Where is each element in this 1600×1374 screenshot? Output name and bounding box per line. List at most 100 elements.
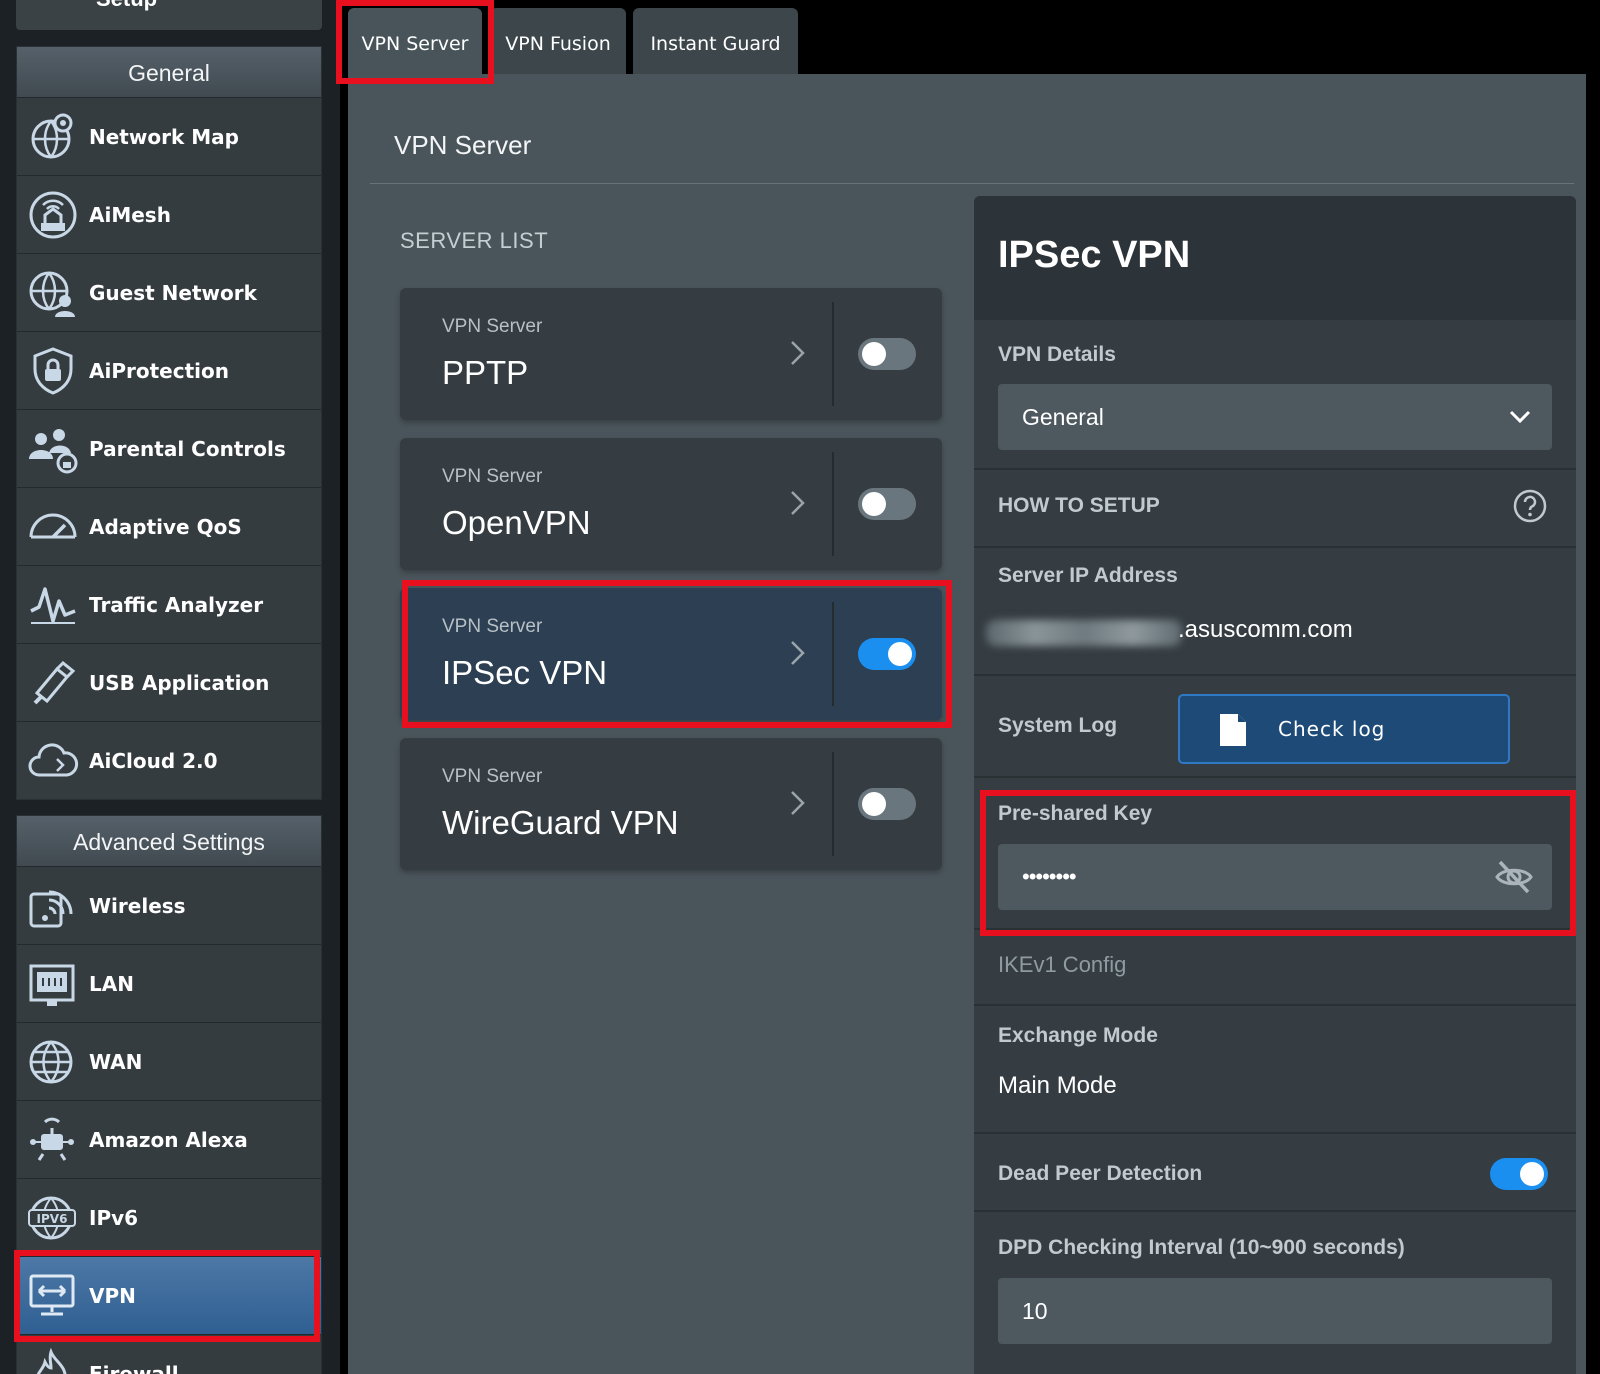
sidebar-item-label: WAN [89,1050,143,1074]
system-log-label: System Log [998,714,1118,737]
exchange-mode-value: Main Mode [998,1072,1117,1099]
sidebar-item-traffic-analyzer[interactable]: Traffic Analyzer [17,565,321,643]
chevron-right-icon[interactable] [786,488,810,518]
server-card-subtitle: VPN Server [442,616,543,637]
ikev1-config-label: IKEv1 Config [998,952,1127,977]
wireguard-toggle[interactable] [858,788,916,820]
row-divider [974,546,1576,548]
toggle-knob [862,492,886,516]
dpd-interval-label: DPD Checking Interval (10~900 seconds) [998,1236,1405,1259]
server-card-subtitle: VPN Server [442,316,543,337]
row-divider [974,468,1576,470]
pptp-toggle[interactable] [858,338,916,370]
dpd-label: Dead Peer Detection [998,1162,1203,1185]
sidebar-item-label: VPN [89,1284,136,1308]
dpd-toggle[interactable] [1490,1158,1548,1190]
sidebar-item-firewall[interactable]: Firewall [17,1334,321,1374]
lan-icon [29,964,75,1006]
tab-vpn-server[interactable]: VPN Server [348,8,482,74]
psk-label: Pre-shared Key [998,802,1153,825]
sidebar-item-label: Wireless [89,894,186,918]
sidebar-item-lan[interactable]: LAN [17,944,321,1022]
row-divider [974,776,1576,778]
sidebar-item-aicloud[interactable]: AiCloud 2.0 [17,721,321,799]
sidebar-item-label: Traffic Analyzer [89,593,264,617]
sidebar-item-ipv6[interactable]: IPV6 IPv6 [17,1178,321,1256]
server-card-subtitle: VPN Server [442,466,543,487]
wireless-icon [29,890,73,928]
check-log-button[interactable]: Check log [1178,694,1510,764]
traffic-analyzer-icon [30,587,76,624]
vpn-details-select[interactable]: General [998,384,1552,450]
toggle-knob [888,642,912,666]
document-icon [1220,714,1246,746]
ipsec-toggle[interactable] [858,638,916,670]
sidebar-item-label: LAN [89,972,134,996]
chevron-right-icon[interactable] [786,338,810,368]
card-divider [832,302,834,406]
redacted-hostname [986,620,1182,646]
exchange-mode-label: Exchange Mode [998,1024,1158,1047]
sidebar-item-label: AiMesh [89,203,171,227]
network-map-icon [31,113,73,159]
server-card-ipsec[interactable]: VPN Server IPSec VPN [400,588,942,720]
chevron-right-icon[interactable] [786,788,810,818]
aimesh-icon [29,191,77,239]
how-to-setup-label: HOW TO SETUP [998,494,1160,517]
psk-value: •••••••• [1022,864,1077,889]
sidebar-item-label: Amazon Alexa [89,1128,248,1152]
server-card-openvpn[interactable]: VPN Server OpenVPN [400,438,942,570]
sidebar: Setup General Network Map AiMesh Guest N… [0,0,340,1374]
server-card-name: IPSec VPN [442,654,608,691]
sidebar-item-label: AiCloud 2.0 [89,749,218,773]
server-card-pptp[interactable]: VPN Server PPTP [400,288,942,420]
toggle-knob [862,792,886,816]
firewall-icon [36,1348,67,1374]
title-divider [370,183,1574,184]
toggle-knob [1520,1162,1544,1186]
vpn-details-value: General [1022,404,1104,430]
openvpn-toggle[interactable] [858,488,916,520]
server-ip-label: Server IP Address [998,564,1178,587]
sidebar-item-usb-application[interactable]: USB Application [17,643,321,721]
sidebar-item-parental-controls[interactable]: Parental Controls [17,409,321,487]
eye-off-icon[interactable] [1494,858,1534,896]
tab-instant-guard[interactable]: Instant Guard [633,8,798,74]
tab-vpn-fusion[interactable]: VPN Fusion [490,8,626,74]
server-card-name: PPTP [442,354,529,391]
dpd-interval-input[interactable]: 10 [998,1278,1552,1344]
server-ip-value: .asuscomm.com [1178,616,1353,643]
sidebar-group-title: General [17,47,321,97]
sidebar-item-setup[interactable]: Setup [16,0,322,30]
check-log-label: Check log [1278,717,1386,741]
sidebar-item-aiprotection[interactable]: AiProtection [17,331,321,409]
sidebar-item-wireless[interactable]: Wireless [17,866,321,944]
sidebar-group-advanced: Advanced Settings Wireless LAN WAN Amazo… [16,815,322,1374]
sidebar-item-label: IPv6 [89,1206,139,1230]
sidebar-item-label: Parental Controls [89,437,286,461]
sidebar-item-adaptive-qos[interactable]: Adaptive QoS [17,487,321,565]
ipsec-settings-panel: IPSec VPN VPN Details General HOW TO SET… [974,196,1576,1374]
sidebar-item-aimesh[interactable]: AiMesh [17,175,321,253]
sidebar-group-general: General Network Map AiMesh Guest Network… [16,46,322,800]
ipv6-icon: IPV6 [28,1196,76,1240]
wan-icon [29,1040,73,1084]
sidebar-item-label: Adaptive QoS [89,515,242,539]
psk-input[interactable]: •••••••• [998,844,1552,910]
sidebar-group-title: Advanced Settings [17,816,321,866]
help-icon[interactable] [1512,488,1548,524]
aiprotection-icon [33,347,73,395]
server-card-name: OpenVPN [442,504,591,541]
sidebar-item-vpn[interactable]: VPN [17,1256,321,1334]
row-divider [974,928,1576,930]
sidebar-item-amazon-alexa[interactable]: Amazon Alexa [17,1100,321,1178]
row-divider [974,1004,1576,1006]
chevron-right-icon[interactable] [786,638,810,668]
chevron-down-icon [1509,410,1531,424]
server-card-wireguard[interactable]: VPN Server WireGuard VPN [400,738,942,870]
sidebar-item-guest-network[interactable]: Guest Network [17,253,321,331]
sidebar-item-wan[interactable]: WAN [17,1022,321,1100]
usb-application-icon [33,660,76,705]
sidebar-item-network-map[interactable]: Network Map [17,97,321,175]
sidebar-item-label: AiProtection [89,359,229,383]
